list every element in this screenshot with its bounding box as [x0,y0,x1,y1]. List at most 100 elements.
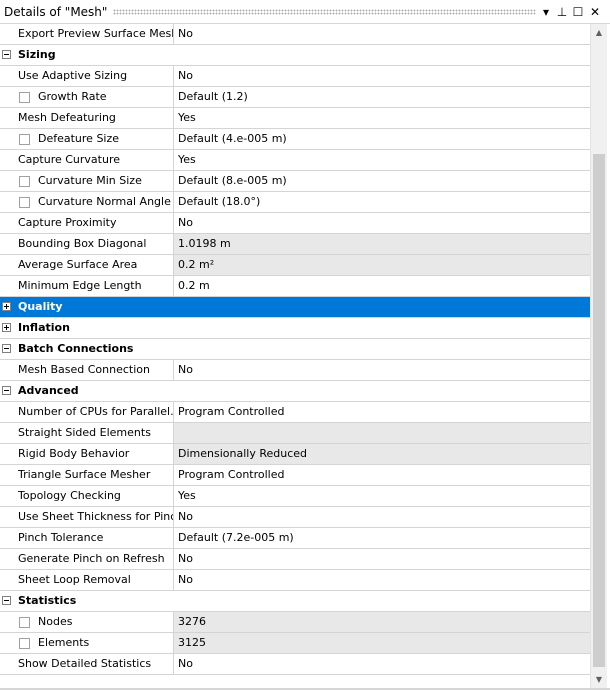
property-row-pinch-tolerance[interactable]: Pinch Tolerance Default (7.2e-005 m) [0,528,590,549]
property-value[interactable]: Yes [174,108,590,128]
parameter-checkbox[interactable] [19,92,30,103]
parameter-checkbox[interactable] [19,617,30,628]
property-row-growth-rate[interactable]: Growth Rate Default (1.2) [0,87,590,108]
property-row-average-surface-area[interactable]: Average Surface Area 0.2 m² [0,255,590,276]
property-row-export-preview-surface-mesh[interactable]: Export Preview Surface Mesh No [0,24,590,45]
property-label: Triangle Surface Mesher [14,465,174,485]
property-value[interactable]: Default (8.e-005 m) [174,171,590,191]
scroll-up-icon[interactable]: ▲ [591,24,607,41]
property-row-mesh-based-connection[interactable]: Mesh Based Connection No [0,360,590,381]
collapse-icon[interactable] [2,344,11,353]
property-value[interactable]: No [174,360,590,380]
group-label: Statistics [18,594,77,607]
property-value[interactable]: 0.2 m [174,276,590,296]
property-row-mesh-defeaturing[interactable]: Mesh Defeaturing Yes [0,108,590,129]
property-label: Use Adaptive Sizing [14,66,174,86]
property-row-generate-pinch-on-refresh[interactable]: Generate Pinch on Refresh No [0,549,590,570]
property-row-triangle-surface-mesher[interactable]: Triangle Surface Mesher Program Controlle… [0,465,590,486]
pin-icon[interactable]: ⊥ [554,3,570,21]
property-value[interactable]: Yes [174,150,590,170]
property-value[interactable]: Program Controlled [174,465,590,485]
group-header-statistics[interactable]: Statistics [0,591,590,612]
property-row-bounding-box-diagonal[interactable]: Bounding Box Diagonal 1.0198 m [0,234,590,255]
property-row-sheet-loop-removal[interactable]: Sheet Loop Removal No [0,570,590,591]
property-label-text: Use Sheet Thickness for Pinch [18,510,174,523]
property-value[interactable]: No [174,507,590,527]
property-row-elements[interactable]: Elements 3125 [0,633,590,654]
titlebar-grip[interactable] [113,9,536,15]
property-label-text: Number of CPUs for Parallel... [18,405,174,418]
property-value: 0.2 m² [174,255,590,275]
group-label: Sizing [18,48,56,61]
vertical-scrollbar[interactable]: ▲ ▼ [590,24,607,688]
property-value[interactable]: Default (7.2e-005 m) [174,528,590,548]
collapse-icon[interactable] [2,50,11,59]
property-row-topology-checking[interactable]: Topology Checking Yes [0,486,590,507]
collapse-icon[interactable] [2,386,11,395]
property-label: Mesh Defeaturing [14,108,174,128]
property-value[interactable]: Default (18.0°) [174,192,590,212]
property-row-use-sheet-thickness-for-pinch[interactable]: Use Sheet Thickness for Pinch No [0,507,590,528]
property-row-nodes[interactable]: Nodes 3276 [0,612,590,633]
panel-title: Details of "Mesh" [4,5,108,19]
property-row-use-adaptive-sizing[interactable]: Use Adaptive Sizing No [0,66,590,87]
property-label: Rigid Body Behavior [14,444,174,464]
property-label-text: Pinch Tolerance [18,531,104,544]
property-row-rigid-body-behavior[interactable]: Rigid Body Behavior Dimensionally Reduced [0,444,590,465]
property-value[interactable]: No [174,570,590,590]
close-icon[interactable]: ✕ [587,3,603,21]
property-row-show-detailed-statistics[interactable]: Show Detailed Statistics No [0,654,590,675]
group-label: Quality [18,300,63,313]
property-value[interactable]: No [174,654,590,674]
property-value[interactable]: Default (4.e-005 m) [174,129,590,149]
property-row-curvature-normal-angle[interactable]: Curvature Normal Angle Default (18.0°) [0,192,590,213]
property-row-straight-sided-elements[interactable]: Straight Sided Elements [0,423,590,444]
property-row-number-of-cpus-for-parallel[interactable]: Number of CPUs for Parallel... Program Co… [0,402,590,423]
property-label-text: Mesh Defeaturing [18,111,116,124]
property-label-text: Curvature Min Size [38,174,142,187]
property-row-defeature-size[interactable]: Defeature Size Default (4.e-005 m) [0,129,590,150]
group-header-advanced[interactable]: Advanced [0,381,590,402]
property-label-text: Defeature Size [38,132,120,145]
parameter-checkbox[interactable] [19,197,30,208]
parameter-checkbox[interactable] [19,176,30,187]
property-label: Show Detailed Statistics [14,654,174,674]
property-label-text: Growth Rate [38,90,107,103]
parameter-checkbox[interactable] [19,134,30,145]
scroll-down-icon[interactable]: ▼ [591,671,607,688]
expand-icon[interactable] [2,302,11,311]
property-value[interactable]: No [174,66,590,86]
property-value[interactable]: No [174,24,590,44]
property-label: Curvature Min Size [14,171,174,191]
property-value [174,423,590,443]
property-row-minimum-edge-length[interactable]: Minimum Edge Length 0.2 m [0,276,590,297]
details-property-grid: Export Preview Surface Mesh No Sizing Use A… [0,24,590,675]
property-row-curvature-min-size[interactable]: Curvature Min Size Default (8.e-005 m) [0,171,590,192]
scrollbar-thumb[interactable] [593,154,605,667]
property-row-capture-proximity[interactable]: Capture Proximity No [0,213,590,234]
group-label: Inflation [18,321,70,334]
group-header-inflation[interactable]: Inflation [0,318,590,339]
parameter-checkbox[interactable] [19,638,30,649]
maximize-icon[interactable]: ☐ [570,3,586,21]
group-header-quality[interactable]: Quality [0,297,590,318]
property-label-text: Bounding Box Diagonal [18,237,147,250]
group-header-sizing[interactable]: Sizing [0,45,590,66]
collapse-icon[interactable] [2,596,11,605]
property-value: 3276 [174,612,590,632]
property-value[interactable]: Yes [174,486,590,506]
expand-icon[interactable] [2,323,11,332]
property-label-text: Curvature Normal Angle [38,195,171,208]
property-row-capture-curvature[interactable]: Capture Curvature Yes [0,150,590,171]
dropdown-arrow-icon[interactable]: ▾ [538,3,554,21]
property-value[interactable]: Program Controlled [174,402,590,422]
property-value: Dimensionally Reduced [174,444,590,464]
property-value[interactable]: No [174,549,590,569]
property-value[interactable]: No [174,213,590,233]
property-label-text: Nodes [38,615,73,628]
group-label: Advanced [18,384,79,397]
property-label-text: Show Detailed Statistics [18,657,152,670]
property-label-text: Elements [38,636,90,649]
group-header-batch-connections[interactable]: Batch Connections [0,339,590,360]
property-value[interactable]: Default (1.2) [174,87,590,107]
